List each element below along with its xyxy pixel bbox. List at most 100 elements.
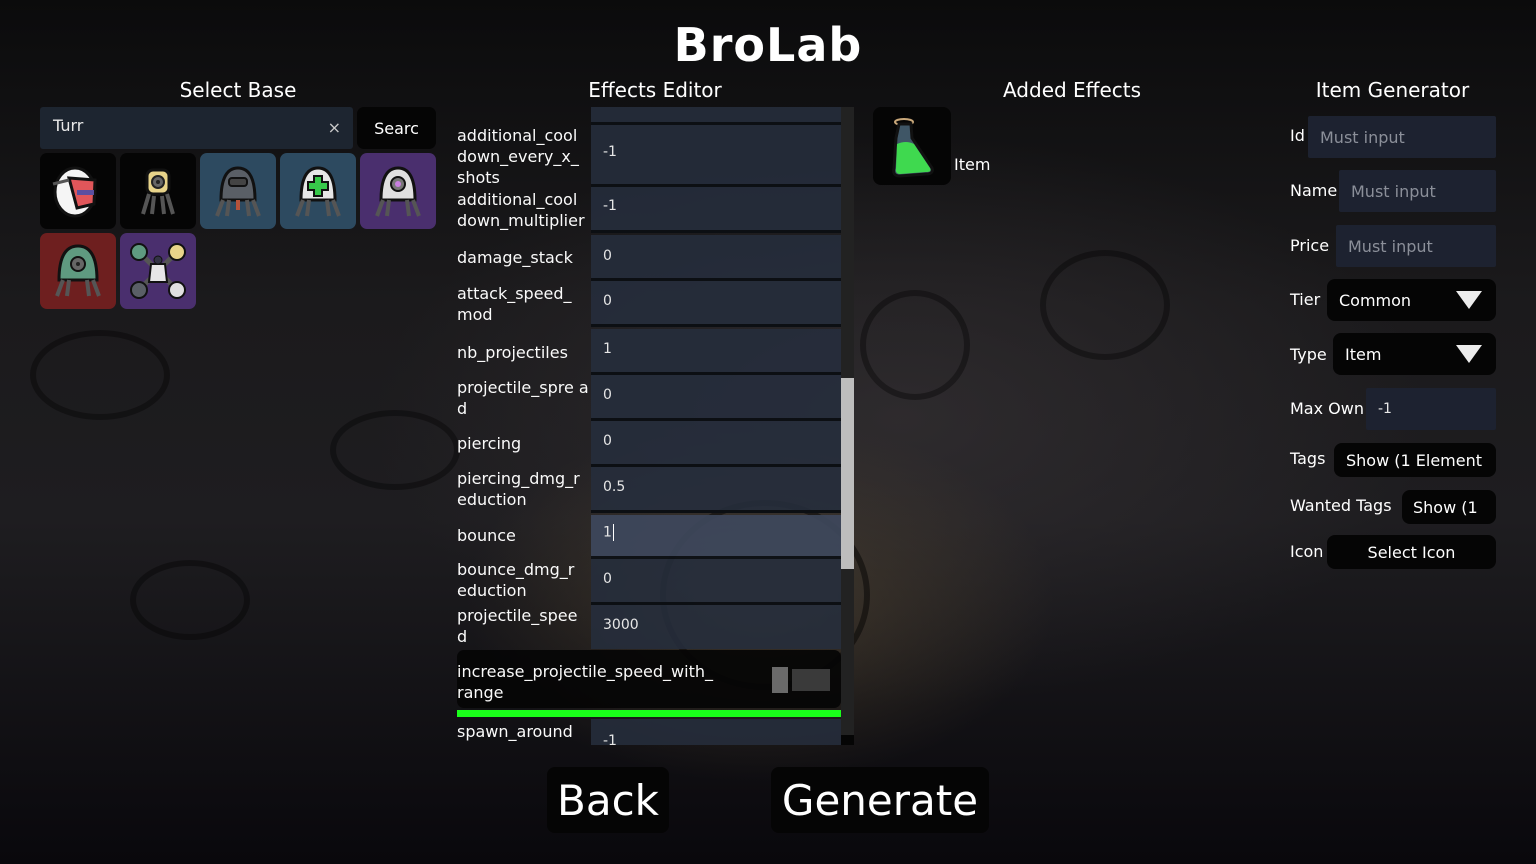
base-tile-gray-visor-turret[interactable] bbox=[200, 153, 276, 229]
clear-search-icon[interactable]: × bbox=[328, 118, 341, 137]
type-selected: Item bbox=[1345, 344, 1382, 364]
effect-input[interactable]: 0 bbox=[591, 235, 841, 281]
name-input[interactable]: Must input bbox=[1339, 170, 1496, 212]
tags-label: Tags bbox=[1290, 449, 1326, 468]
id-label: Id bbox=[1290, 126, 1305, 145]
base-search-input[interactable]: Turr × bbox=[40, 107, 353, 149]
base-tile-yellow-turret[interactable] bbox=[120, 153, 196, 229]
effects-editor-heading: Effects Editor bbox=[588, 78, 722, 102]
background-doodle bbox=[30, 330, 170, 420]
max-own-value: -1 bbox=[1378, 401, 1392, 417]
base-tile-egg-turret[interactable] bbox=[40, 153, 116, 229]
increase-projectile-speed-toggle[interactable] bbox=[769, 667, 831, 693]
effect-input[interactable]: -1 bbox=[591, 125, 841, 187]
tier-selected: Common bbox=[1339, 290, 1412, 310]
effect-value: 0 bbox=[603, 571, 612, 587]
added-effect-tile[interactable] bbox=[873, 107, 951, 185]
effect-field-partial bbox=[591, 107, 841, 125]
effect-input[interactable]: 0 bbox=[591, 281, 841, 327]
effect-row: projectile_spee d 3000 bbox=[455, 605, 841, 651]
scrollbar-end bbox=[841, 735, 854, 745]
base-tile-purple-eye-turret[interactable] bbox=[360, 153, 436, 229]
app-title: BroLab bbox=[673, 18, 863, 72]
effect-value: 0 bbox=[603, 387, 612, 403]
effect-label: bounce_dmg_r eduction bbox=[457, 560, 575, 600]
egg-turret-icon bbox=[52, 166, 97, 218]
effect-value: 1 bbox=[603, 524, 614, 541]
turret-cluster-icon bbox=[130, 243, 186, 299]
gray-visor-turret-icon bbox=[215, 166, 261, 217]
base-tile-green-turret[interactable] bbox=[40, 233, 116, 309]
effect-label: piercing_dmg_r eduction bbox=[457, 469, 580, 509]
effect-label: nb_projectiles bbox=[457, 343, 568, 362]
effect-input-focused[interactable]: 1 bbox=[591, 515, 841, 559]
dropdown-arrow-icon bbox=[1456, 291, 1482, 309]
tier-select[interactable]: Common bbox=[1327, 279, 1496, 321]
effects-editor-list: additional_cool down_every_x_ shots -1 a… bbox=[455, 107, 841, 745]
price-input[interactable]: Must input bbox=[1336, 225, 1496, 267]
wanted-tags-label: Wanted Tags bbox=[1290, 496, 1392, 515]
tier-label: Tier bbox=[1290, 290, 1321, 309]
effect-input[interactable]: -1 bbox=[591, 719, 841, 745]
dropdown-arrow-icon bbox=[1456, 345, 1482, 363]
effect-label: projectile_spre ad bbox=[457, 378, 589, 418]
effect-row: piercing 0 bbox=[455, 421, 841, 467]
green-turret-icon bbox=[55, 244, 101, 297]
text-caret bbox=[612, 524, 614, 541]
effect-label: spawn_around bbox=[457, 722, 573, 741]
effect-row: additional_cool down_every_x_ shots -1 bbox=[455, 125, 841, 187]
effects-scrollbar[interactable] bbox=[841, 107, 854, 745]
search-button[interactable]: Searc bbox=[357, 107, 436, 149]
base-tile-healing-turret[interactable] bbox=[280, 153, 356, 229]
toggle-knob bbox=[772, 667, 788, 693]
effect-value: 0 bbox=[603, 293, 612, 309]
type-label: Type bbox=[1290, 345, 1327, 364]
back-button[interactable]: Back bbox=[547, 767, 669, 833]
effect-label: additional_cool down_every_x_ shots bbox=[457, 126, 579, 187]
effect-value: 0 bbox=[603, 433, 612, 449]
price-placeholder: Must input bbox=[1348, 236, 1433, 256]
scrollbar-thumb[interactable] bbox=[841, 378, 854, 569]
effect-row: spawn_around -1 bbox=[455, 719, 841, 745]
effect-row: additional_cool down_multiplier -1 bbox=[455, 187, 841, 233]
effect-input[interactable]: 0.5 bbox=[591, 467, 841, 513]
effect-value: 1 bbox=[603, 341, 612, 357]
effect-input[interactable]: -1 bbox=[591, 187, 841, 233]
effect-input[interactable]: 0 bbox=[591, 559, 841, 605]
background-doodle bbox=[330, 410, 460, 490]
effect-value: -1 bbox=[603, 733, 617, 745]
effect-row: attack_speed_ mod 0 bbox=[455, 281, 841, 327]
effect-label: bounce bbox=[457, 526, 516, 545]
name-label: Name bbox=[1290, 181, 1338, 200]
type-select[interactable]: Item bbox=[1333, 333, 1496, 375]
id-placeholder: Must input bbox=[1320, 127, 1405, 147]
select-icon-button[interactable]: Select Icon bbox=[1327, 535, 1496, 569]
generate-button[interactable]: Generate bbox=[771, 767, 989, 833]
effect-value: 0 bbox=[603, 248, 612, 264]
effect-label: damage_stack bbox=[457, 248, 573, 267]
effect-input[interactable]: 3000 bbox=[591, 605, 841, 649]
effect-label: additional_cool down_multiplier bbox=[457, 190, 585, 230]
section-divider bbox=[457, 710, 841, 717]
effect-input[interactable]: 1 bbox=[591, 329, 841, 375]
tags-show-button[interactable]: Show (1 Element bbox=[1334, 443, 1496, 477]
effect-value: -1 bbox=[603, 198, 617, 214]
wanted-tags-show-button[interactable]: Show (1 bbox=[1402, 490, 1496, 524]
effect-value: 3000 bbox=[603, 617, 639, 633]
toggle-label: increase_projectile_speed_with_ range bbox=[457, 662, 713, 702]
effect-input[interactable]: 0 bbox=[591, 421, 841, 467]
background-doodle bbox=[1040, 250, 1170, 360]
purple-eye-turret-icon bbox=[375, 166, 421, 217]
id-input[interactable]: Must input bbox=[1308, 116, 1496, 158]
background-doodle bbox=[860, 290, 970, 400]
effect-input[interactable]: 0 bbox=[591, 375, 841, 421]
effect-label: piercing bbox=[457, 434, 522, 453]
item-generator-heading: Item Generator bbox=[1315, 78, 1470, 102]
base-tile-turret-cluster[interactable] bbox=[120, 233, 196, 309]
max-own-input[interactable]: -1 bbox=[1366, 388, 1496, 430]
added-effects-heading: Added Effects bbox=[1002, 78, 1142, 102]
effect-value: 0.5 bbox=[603, 479, 626, 495]
added-effect-label: Item bbox=[954, 155, 991, 174]
effect-label: projectile_spee d bbox=[457, 606, 578, 646]
effect-label: attack_speed_ mod bbox=[457, 284, 572, 324]
